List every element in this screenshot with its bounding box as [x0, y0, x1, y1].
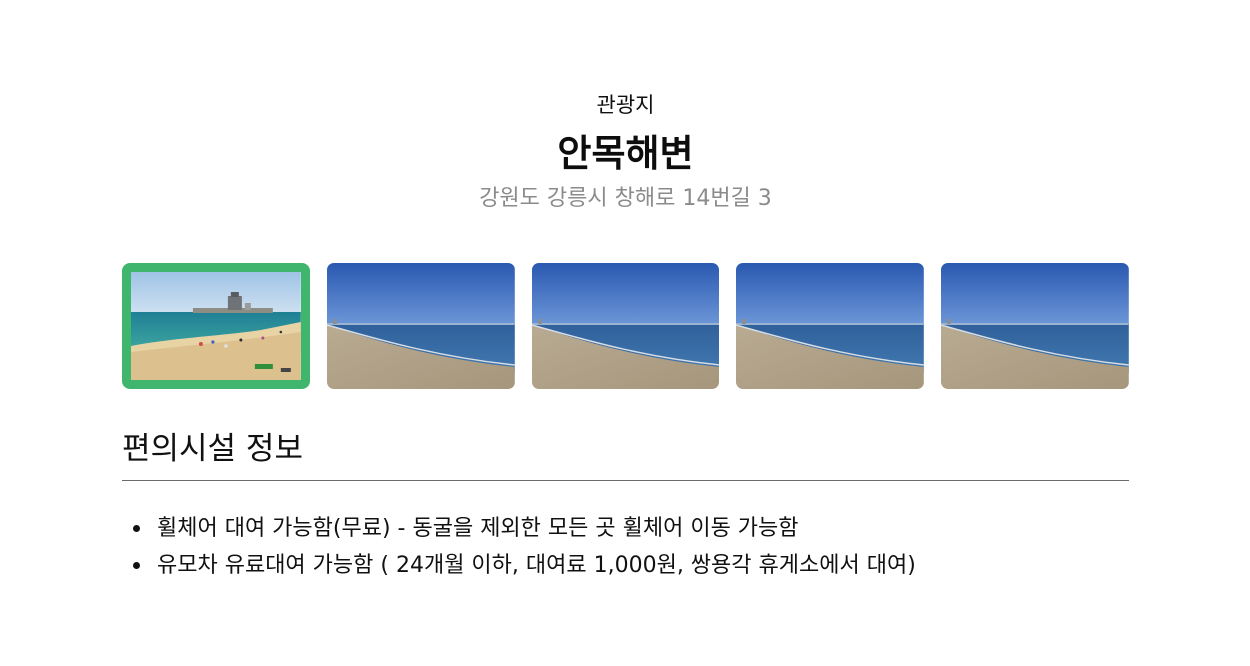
gallery-thumbnail-5[interactable]: [941, 263, 1129, 389]
beach-harbor-photo: [131, 272, 301, 380]
list-item: 휠체어 대여 가능함(무료) - 동굴을 제외한 모든 곳 휠체어 이동 가능함: [122, 510, 916, 547]
bullet-icon: [133, 525, 140, 532]
list-item: 유모차 유료대여 가능함 ( 24개월 이하, 대여료 1,000원, 쌍용각 …: [122, 547, 916, 584]
gallery-thumbnail-2[interactable]: [326, 263, 515, 389]
category-label: 관광지: [596, 93, 655, 117]
facilities-list: 휠체어 대여 가능함(무료) - 동굴을 제외한 모든 곳 휠체어 이동 가능함…: [122, 510, 916, 584]
beach-shore-photo: [941, 263, 1129, 389]
gallery-thumbnail-3[interactable]: [531, 263, 720, 389]
attraction-address: 강원도 강릉시 창해로 14번길 3: [479, 186, 772, 211]
facilities-section-title: 편의시설 정보: [122, 431, 303, 467]
attraction-title: 안목해변: [557, 132, 694, 175]
gallery-thumbnail-4[interactable]: [736, 263, 925, 389]
facility-text: 유모차 유료대여 가능함 ( 24개월 이하, 대여료 1,000원, 쌍용각 …: [157, 553, 916, 578]
section-divider: [122, 480, 1129, 481]
facility-text: 휠체어 대여 가능함(무료) - 동굴을 제외한 모든 곳 휠체어 이동 가능함: [157, 516, 799, 541]
beach-shore-photo: [736, 263, 925, 389]
photo-gallery: [122, 263, 1129, 389]
bullet-icon: [133, 562, 140, 569]
gallery-thumbnail-1[interactable]: [122, 263, 310, 389]
beach-shore-photo: [326, 263, 515, 389]
beach-shore-photo: [531, 263, 720, 389]
